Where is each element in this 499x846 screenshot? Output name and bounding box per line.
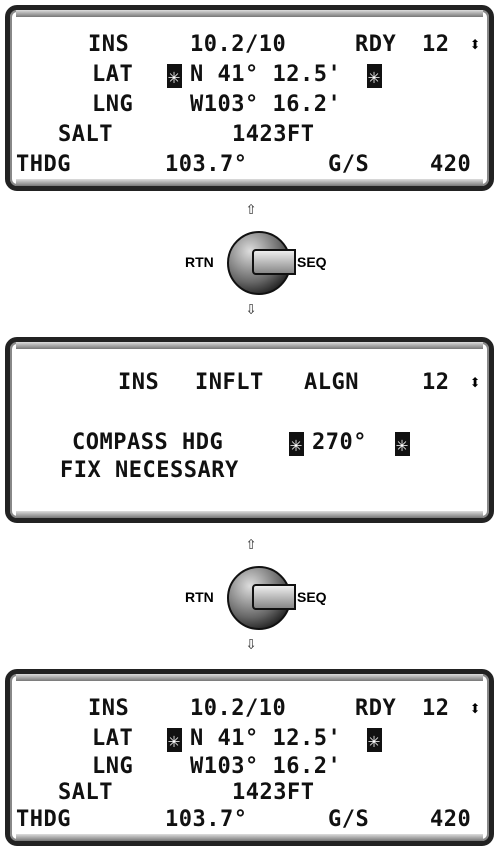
up-down-arrow-icon[interactable]: ⬍ — [469, 370, 481, 394]
salt-label: SALT — [58, 122, 113, 147]
lng-label: LNG — [92, 754, 134, 779]
cursor-left-icon: ✳ — [167, 728, 182, 752]
lng-label: LNG — [92, 92, 134, 117]
salt-label: SALT — [58, 780, 113, 805]
inflt-label: INFLT — [195, 370, 264, 395]
gs-label: G/S — [328, 807, 370, 832]
cursor-left-icon: ✳ — [289, 432, 304, 456]
ins-display-1: INS 10.2/10 RDY 12 ⬍ LAT ✳ N 41° 12.5' ✳… — [5, 5, 494, 191]
ins-label: INS — [88, 696, 130, 721]
ins-value: 10.2/10 — [190, 696, 287, 721]
seq-label: SEQ — [297, 589, 327, 605]
lat-label: LAT — [92, 62, 134, 87]
ins-status: RDY — [355, 32, 397, 57]
rtn-label: RTN — [185, 254, 214, 270]
thdg-label: THDG — [16, 807, 71, 832]
cursor-right-icon: ✳ — [395, 432, 410, 456]
thdg-value: 103.7° — [165, 807, 248, 832]
up-down-arrow-icon[interactable]: ⬍ — [469, 32, 481, 56]
up-arrow-icon: ⇧ — [245, 198, 257, 219]
knob-lever[interactable] — [252, 584, 296, 610]
lng-value: W103° 16.2' — [190, 754, 342, 779]
down-arrow-icon: ⇩ — [245, 298, 257, 319]
lat-value: N 41° 12.5' — [190, 62, 342, 87]
rtn-label: RTN — [185, 589, 214, 605]
cursor-left-icon: ✳ — [167, 64, 182, 88]
cursor-right-icon: ✳ — [367, 728, 382, 752]
salt-value: 1423FT — [232, 122, 315, 147]
ins-number: 12 — [422, 696, 450, 721]
compass-hdg-label: COMPASS HDG — [72, 430, 224, 455]
ins-value: 10.2/10 — [190, 32, 287, 57]
gs-value: 420 — [430, 152, 472, 177]
knob-lever[interactable] — [252, 249, 296, 275]
ins-number: 12 — [422, 370, 450, 395]
salt-value: 1423FT — [232, 780, 315, 805]
compass-hdg-value: 270° — [312, 430, 367, 455]
up-down-arrow-icon[interactable]: ⬍ — [469, 696, 481, 720]
ins-display-3: INS 10.2/10 RDY 12 ⬍ LAT ✳ N 41° 12.5' ✳… — [5, 669, 494, 846]
lat-value: N 41° 12.5' — [190, 726, 342, 751]
cursor-right-icon: ✳ — [367, 64, 382, 88]
rtn-seq-knob-2[interactable]: ⇧ RTN SEQ ⇩ — [0, 533, 499, 663]
algn-label: ALGN — [304, 370, 359, 395]
fix-necessary-text: FIX NECESSARY — [60, 458, 239, 483]
thdg-label: THDG — [16, 152, 71, 177]
ins-status: RDY — [355, 696, 397, 721]
lng-value: W103° 16.2' — [190, 92, 342, 117]
seq-label: SEQ — [297, 254, 327, 270]
down-arrow-icon: ⇩ — [245, 633, 257, 654]
rtn-seq-knob-1[interactable]: ⇧ RTN SEQ ⇩ — [0, 198, 499, 328]
gs-label: G/S — [328, 152, 370, 177]
ins-display-2: INS INFLT ALGN 12 ⬍ COMPASS HDG ✳ 270° ✳… — [5, 337, 494, 523]
ins-label: INS — [88, 32, 130, 57]
ins-label: INS — [118, 370, 160, 395]
thdg-value: 103.7° — [165, 152, 248, 177]
up-arrow-icon: ⇧ — [245, 533, 257, 554]
ins-number: 12 — [422, 32, 450, 57]
gs-value: 420 — [430, 807, 472, 832]
lat-label: LAT — [92, 726, 134, 751]
